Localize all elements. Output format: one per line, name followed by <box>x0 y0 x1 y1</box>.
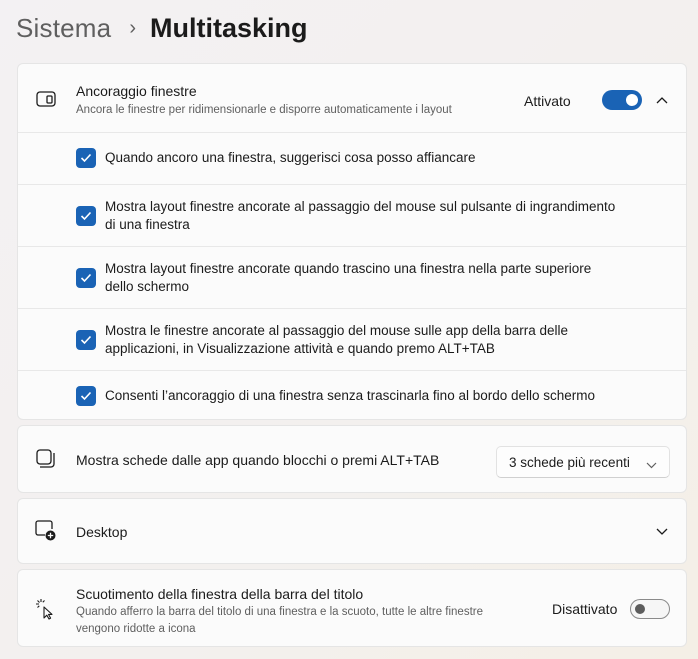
title-bar-shake-state: Disattivato <box>552 601 618 617</box>
snap-option-label-line1: Mostra layout finestre ancorate al passa… <box>105 199 616 214</box>
snap-windows-toggle[interactable] <box>602 90 642 110</box>
chevron-down-icon <box>646 457 657 472</box>
title-bar-shake-description: Quando afferro la barra del titolo di un… <box>76 604 483 638</box>
breadcrumb-parent-link[interactable]: Sistema <box>16 13 111 44</box>
snap-option-row[interactable]: Mostra le finestre ancorate al passaggio… <box>18 308 686 370</box>
title-bar-shake-title: Scuotimento della finestra della barra d… <box>76 586 364 602</box>
snap-windows-description: Ancora le finestre per ridimensionarle e… <box>76 104 452 116</box>
breadcrumb-separator: › <box>129 16 136 39</box>
dropdown-selected-value: 3 schede più recenti <box>509 454 630 470</box>
snap-option-label: Mostra layout finestre ancorate al passa… <box>105 198 665 234</box>
snap-option-label-line1: Mostra le finestre ancorate al passaggio… <box>105 323 569 338</box>
snap-windows-state: Attivato <box>524 93 571 109</box>
snap-option-label: Mostra layout finestre ancorate quando t… <box>105 260 665 296</box>
toggle-knob <box>626 94 638 106</box>
snap-option-row[interactable]: Consenti l’ancoraggio di una finestra se… <box>18 370 686 420</box>
alt-tab-tabs-dropdown[interactable]: 3 schede più recenti <box>496 446 670 478</box>
snap-windows-card: Ancoraggio finestre Ancora le finestre p… <box>17 63 687 420</box>
chevron-down-icon[interactable] <box>654 524 670 540</box>
snap-option-label: Quando ancoro una finestra, suggerisci c… <box>105 150 476 165</box>
snap-option-label-line2: di una finestra <box>105 217 190 232</box>
snap-layout-icon <box>35 88 57 110</box>
snap-option-label-line2: dello schermo <box>105 279 190 294</box>
title-bar-shake-card: Scuotimento della finestra della barra d… <box>17 569 687 647</box>
alt-tab-tabs-card: Mostra schede dalle app quando blocchi o… <box>17 425 687 493</box>
checkbox-checked[interactable] <box>76 206 96 226</box>
desktop-card[interactable]: Desktop <box>17 498 687 564</box>
app-tabs-icon <box>35 448 57 470</box>
breadcrumb: Sistema › Multitasking <box>16 10 308 46</box>
alt-tab-tabs-title: Mostra schede dalle app quando blocchi o… <box>76 452 440 468</box>
desktop-title: Desktop <box>76 524 128 540</box>
toggle-knob <box>635 604 645 614</box>
desktop-add-icon <box>35 520 57 542</box>
snap-windows-title: Ancoraggio finestre <box>76 83 197 99</box>
title-bar-shake-description-line1: Quando afferro la barra del titolo di un… <box>76 606 483 618</box>
snap-option-label: Mostra le finestre ancorate al passaggio… <box>105 322 665 358</box>
checkbox-checked[interactable] <box>76 330 96 350</box>
checkbox-checked[interactable] <box>76 268 96 288</box>
snap-option-row[interactable]: Mostra layout finestre ancorate quando t… <box>18 246 686 308</box>
checkbox-checked[interactable] <box>76 386 96 406</box>
chevron-up-icon[interactable] <box>654 92 670 108</box>
title-bar-shake-toggle[interactable] <box>630 599 670 619</box>
snap-option-label-line2: applicazioni, in Visualizzazione attivit… <box>105 341 495 356</box>
snap-option-label: Consenti l’ancoraggio di una finestra se… <box>105 388 596 403</box>
snap-option-row[interactable]: Quando ancoro una finestra, suggerisci c… <box>18 132 686 184</box>
page-title: Multitasking <box>150 12 308 43</box>
title-bar-shake-description-line2: vengono ridotte a icona <box>76 623 196 635</box>
snap-option-row[interactable]: Mostra layout finestre ancorate al passa… <box>18 184 686 246</box>
snap-windows-header[interactable]: Ancoraggio finestre Ancora le finestre p… <box>18 64 686 132</box>
snap-option-label-line1: Mostra layout finestre ancorate quando t… <box>105 261 592 276</box>
checkbox-checked[interactable] <box>76 148 96 168</box>
shake-cursor-icon <box>35 598 57 620</box>
